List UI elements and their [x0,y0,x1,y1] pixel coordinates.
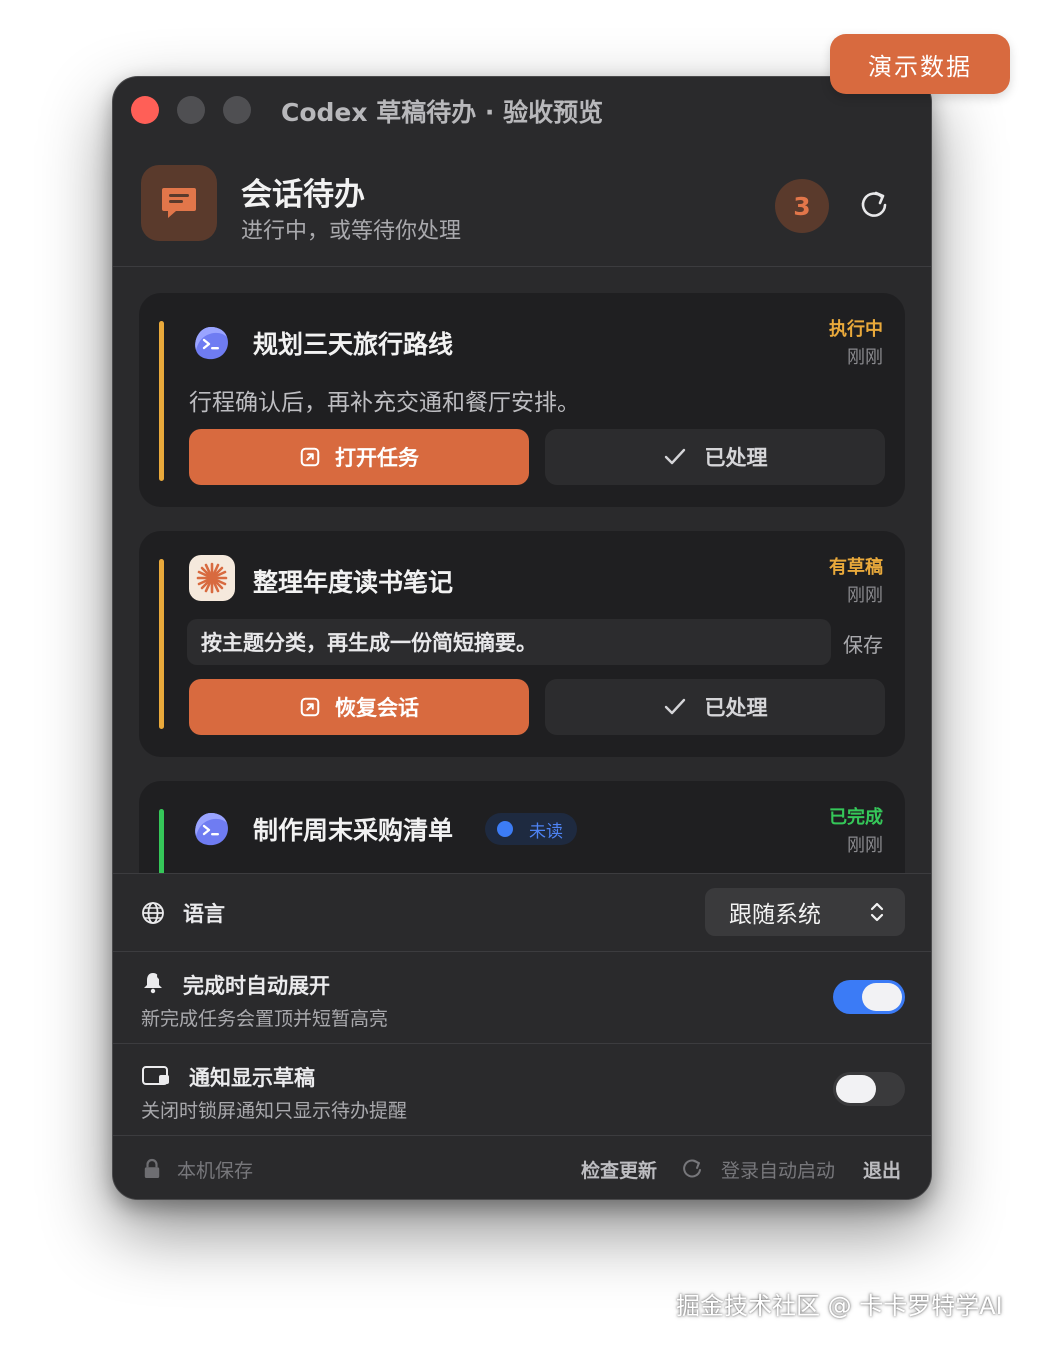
minimize-window-button[interactable] [177,96,205,124]
show-drafts-toggle[interactable] [833,1072,905,1106]
resume-session-label: 恢复会话 [335,696,419,720]
task-status: 执行中 [829,319,883,340]
footer-bar: 本机保存 检查更新 登录自动启动 退出 [113,1136,931,1199]
refresh-icon [861,191,887,217]
lock-icon [144,1158,160,1178]
task-card[interactable]: 规划三天旅行路线 执行中 刚刚 行程确认后，再补充交通和餐厅安排。 打开任务 已… [139,293,905,507]
draft-input[interactable]: 按主题分类，再生成一份简短摘要。 [187,619,831,665]
local-save-label: 本机保存 [177,1160,254,1182]
close-window-button[interactable] [131,96,159,124]
screenshot-stage: 演示数据 Codex 草稿待办 · 验收预览 会话待办 进行中，或等待你处理 3 [0,0,1044,1348]
task-description: 行程确认后，再补充交通和餐厅安排。 [189,390,580,416]
checkmark-icon [664,698,685,715]
task-time: 刚刚 [847,347,883,368]
save-draft-button[interactable]: 保存 [843,629,883,658]
open-task-label: 打开任务 [335,446,419,470]
chevron-updown-icon [870,902,884,922]
window-title: Codex 草稿待办 · 验收预览 [281,98,604,127]
loading-spinner-icon [683,1159,701,1178]
pending-count-badge: 3 [775,179,829,233]
auto-expand-row: 完成时自动展开 新完成任务会置顶并短暂高亮 [113,952,931,1044]
codex-terminal-icon [189,807,233,851]
unread-label: 未读 [529,821,563,842]
app-window: Codex 草稿待办 · 验收预览 会话待办 进行中，或等待你处理 3 规划三天… [112,76,932,1200]
claude-starburst-icon [189,555,235,601]
unread-badge: 未读 [485,813,577,845]
auto-expand-description: 新完成任务会置顶并短暂高亮 [141,1008,389,1030]
task-card[interactable]: 制作周末采购清单 未读 已完成 刚刚 [139,781,905,873]
open-task-button[interactable]: 打开任务 [189,429,529,485]
task-title: 规划三天旅行路线 [253,330,454,359]
task-title: 整理年度读书笔记 [253,568,454,597]
resume-session-button[interactable]: 恢复会话 [189,679,529,735]
open-external-icon [300,697,320,717]
codex-terminal-icon [189,321,233,365]
task-time: 刚刚 [847,585,883,606]
task-card[interactable]: 整理年度读书笔记 有草稿 刚刚 按主题分类，再生成一份简短摘要。 保存 恢复会话 [139,531,905,757]
auto-expand-title: 完成时自动展开 [183,974,330,998]
task-time: 刚刚 [847,835,883,856]
show-drafts-title: 通知显示草稿 [189,1066,315,1090]
language-label: 语言 [183,902,225,926]
header-subtitle: 进行中，或等待你处理 [241,219,462,244]
toggle-knob [862,983,902,1011]
check-update-button[interactable]: 检查更新 [581,1156,657,1183]
mark-done-label: 已处理 [704,696,768,720]
refresh-button[interactable] [857,187,891,221]
globe-icon [142,902,164,924]
show-drafts-description: 关闭时锁屏通知只显示待办提醒 [141,1100,408,1122]
show-drafts-row: 通知显示草稿 关闭时锁屏通知只显示待办提醒 [113,1044,931,1136]
watermark-text: 掘金技术社区 @ 卡卡罗特学AI [676,1292,1003,1320]
bell-icon [144,973,163,994]
zoom-window-button[interactable] [223,96,251,124]
notification-screen-icon [142,1066,169,1085]
task-status: 已完成 [829,807,883,828]
task-list[interactable]: 规划三天旅行路线 执行中 刚刚 行程确认后，再补充交通和餐厅安排。 打开任务 已… [113,267,931,873]
open-external-icon [300,447,320,467]
toggle-knob [836,1075,876,1103]
task-title: 制作周末采购清单 [253,816,454,845]
checkmark-icon [664,448,685,465]
mark-done-button[interactable]: 已处理 [545,679,885,735]
auto-expand-toggle[interactable] [833,980,905,1014]
mark-done-button[interactable]: 已处理 [545,429,885,485]
panel-header: 会话待办 进行中，或等待你处理 3 [113,141,931,267]
task-accent-bar [159,559,164,729]
login-autostart-button[interactable]: 登录自动启动 [721,1156,835,1183]
language-select-value: 跟随系统 [729,902,821,928]
demo-data-badge: 演示数据 [830,34,1010,94]
language-select[interactable]: 跟随系统 [705,888,905,936]
settings-panel: 语言 跟随系统 完成时自动展开 新完成任务会置顶并短暂高亮 通知显示草稿 关闭时… [113,873,931,1199]
task-status: 有草稿 [829,557,883,578]
unread-dot-icon [497,821,513,837]
task-accent-bar [159,321,164,481]
mark-done-label: 已处理 [704,446,768,470]
task-accent-bar [159,809,164,873]
header-title: 会话待办 [241,177,365,213]
language-row: 语言 跟随系统 [113,874,931,952]
chat-bubble-icon [141,165,217,241]
quit-button[interactable]: 退出 [863,1156,901,1183]
title-bar: Codex 草稿待办 · 验收预览 [113,77,931,141]
